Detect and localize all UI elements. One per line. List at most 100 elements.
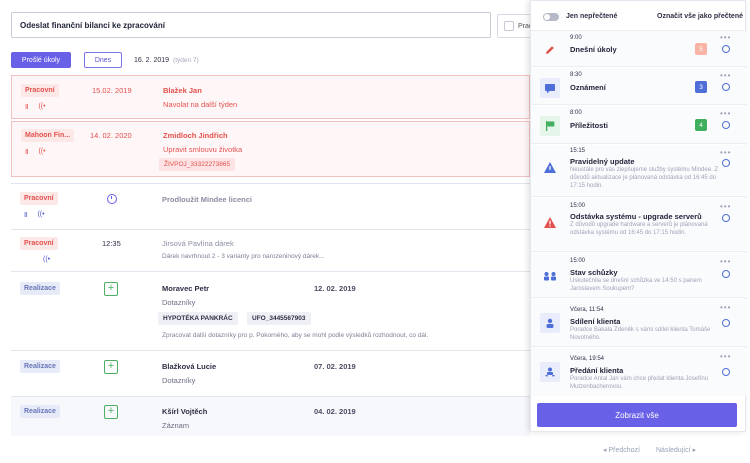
notification-item[interactable]: Včera, 19:54 Předání klienta Poradce Ant… — [531, 348, 747, 396]
task-row-icons: ((• — [43, 256, 50, 263]
pause-icon[interactable]: Ⅱ — [25, 103, 28, 111]
mark-read-radio[interactable] — [722, 368, 730, 376]
task-toolbar: Prošlé úkoly Dnes 16. 2. 2019 (týden 7) — [11, 52, 199, 68]
task-due-date: 14. 02. 2020 — [90, 131, 132, 140]
task-category-tag: Realizace — [20, 405, 60, 418]
more-options-icon[interactable]: ••• — [720, 202, 731, 211]
overdue-tasks-button[interactable]: Prošlé úkoly — [11, 52, 71, 68]
mark-read-radio[interactable] — [722, 121, 730, 129]
more-options-icon[interactable]: ••• — [720, 352, 731, 361]
notification-panel-header: Jen nepřečtené Označit vše jako přečtené — [531, 1, 747, 31]
notification-item[interactable]: Včera, 11:54 Sdílení klienta Poradce Bak… — [531, 299, 747, 347]
notification-item[interactable]: 8:00 Příležitosti 4 ••• — [531, 106, 747, 144]
notification-title: Příležitosti — [570, 121, 608, 130]
meeting-icon — [540, 266, 560, 286]
current-week: (týden 7) — [173, 56, 199, 64]
add-button[interactable]: + — [104, 360, 118, 374]
task-subtitle: Dotazníky — [162, 376, 196, 385]
signal-icon[interactable]: ((• — [37, 211, 44, 219]
notification-count-badge: 3 — [695, 81, 707, 93]
task-due-date: 15.02. 2019 — [92, 86, 132, 95]
task-title[interactable]: Blažková Lucie — [162, 362, 216, 371]
task-title[interactable]: Moravec Petr — [162, 284, 209, 293]
notification-count-badge: 4 — [695, 119, 707, 131]
notification-item[interactable]: 15:00 Stav schůzky Uskutečnila se dnešní… — [531, 253, 747, 298]
notification-title: Oznámení — [570, 83, 606, 92]
task-date: 12. 02. 2019 — [314, 284, 356, 293]
task-row[interactable]: Realizace + Blažková Lucie 07. 02. 2019 … — [11, 350, 530, 394]
notification-description: Poradce Antal Jan vám chce předat klient… — [570, 376, 709, 390]
clock-icon[interactable] — [107, 194, 117, 204]
notification-description: Poradce Bakala Zdeněk s vámi sdílel klie… — [570, 327, 711, 341]
signal-icon[interactable]: ((• — [38, 103, 45, 111]
pager-previous[interactable]: ◂ Předchozí — [603, 446, 640, 454]
category-checkbox[interactable] — [504, 21, 514, 31]
notification-title: Předání klienta — [570, 366, 624, 375]
add-button[interactable]: + — [104, 282, 118, 296]
more-options-icon[interactable]: ••• — [720, 148, 731, 157]
notification-item[interactable]: 9:00 Dnešní úkoly 5 ••• — [531, 31, 747, 67]
task-row-icons: Ⅱ ((• — [25, 103, 46, 111]
task-row[interactable]: Realizace + Moravec Petr 12. 02. 2019 Do… — [11, 271, 530, 349]
signal-icon[interactable]: ((• — [38, 148, 45, 156]
task-title[interactable]: Zmidloch Jindřich — [163, 131, 228, 140]
mark-read-radio[interactable] — [722, 159, 730, 167]
more-options-icon[interactable]: ••• — [720, 71, 731, 80]
handover-client-icon — [540, 362, 560, 382]
notification-item[interactable]: 15:00 Odstávka systému - upgrade serverů… — [531, 198, 747, 252]
task-category-tag: Realizace — [20, 360, 60, 373]
signal-icon[interactable]: ((• — [43, 256, 50, 263]
mark-read-radio[interactable] — [722, 83, 730, 91]
notification-title: Sdílení klienta — [570, 317, 621, 326]
task-chip: ŽIVPOJ_33322273865 — [159, 158, 236, 171]
notification-item[interactable]: 15:15 Pravidelný update Neustále pro vás… — [531, 145, 747, 197]
notification-title: Stav schůzky — [570, 268, 618, 277]
today-button[interactable]: Dnes — [84, 52, 122, 68]
task-row-icons: Ⅱ ((• — [24, 211, 45, 219]
share-client-icon — [540, 313, 560, 333]
notification-time: 15:00 — [570, 258, 586, 264]
mark-all-read-link[interactable]: Označit vše jako přečtené — [657, 13, 743, 20]
pause-icon[interactable]: Ⅱ — [24, 211, 27, 219]
pager-next[interactable]: Následující ▸ — [656, 446, 696, 454]
show-all-button[interactable]: Zobrazit vše — [537, 403, 737, 427]
add-button[interactable]: + — [104, 405, 118, 419]
task-row[interactable]: Pracovní ((• 12:35 Jirsová Pavlína dárek… — [11, 229, 530, 270]
notification-count-badge: 5 — [695, 43, 707, 55]
flag-icon — [540, 116, 560, 136]
task-row[interactable]: Pracovní Ⅱ ((• Prodloužit Mindee licenci — [11, 183, 530, 228]
task-input[interactable]: Odeslat finanční bilanci ke zpracování — [11, 12, 491, 38]
mark-read-radio[interactable] — [722, 214, 730, 222]
task-row[interactable]: Realizace + Kšírl Vojtěch 04. 02. 2019 Z… — [11, 396, 530, 436]
task-time: 12:35 — [102, 239, 121, 248]
task-subtitle: Záznam — [162, 421, 190, 430]
pause-icon[interactable]: Ⅱ — [25, 148, 28, 156]
task-row[interactable]: Mahoon Fin... Ⅱ ((• 14. 02. 2020 Zmidloc… — [11, 121, 530, 177]
task-title[interactable]: Jirsová Pavlína dárek — [162, 239, 234, 248]
task-title[interactable]: Prodloužit Mindee licenci — [162, 195, 252, 204]
task-subtitle: Dotazníky — [162, 298, 196, 307]
more-options-icon[interactable]: ••• — [720, 109, 731, 118]
more-options-icon[interactable]: ••• — [720, 257, 731, 266]
notification-title: Odstávka systému - upgrade serverů — [570, 212, 702, 221]
task-category-tag: Mahoon Fin... — [21, 129, 75, 142]
task-note: Dárek navrhnout 2 - 3 varianty pro naroz… — [162, 253, 325, 260]
mark-read-radio[interactable] — [722, 270, 730, 278]
notification-time: 9:00 — [570, 35, 582, 41]
info-triangle-icon — [540, 157, 560, 177]
task-title[interactable]: Blažek Jan — [163, 86, 202, 95]
notification-title: Pravidelný update — [570, 157, 635, 166]
notification-item[interactable]: 8:30 Oznámení 3 ••• — [531, 68, 747, 105]
notification-description: Z důvodů upgrade hardware a serverů je p… — [570, 222, 708, 236]
mark-read-radio[interactable] — [722, 45, 730, 53]
more-options-icon[interactable]: ••• — [720, 303, 731, 312]
notification-time: Včera, 11:54 — [570, 307, 604, 313]
task-row[interactable]: Pracovní Ⅱ ((• 15.02. 2019 Blažek Jan Na… — [11, 75, 530, 119]
task-date: 07. 02. 2019 — [314, 362, 356, 371]
notification-time: 15:00 — [570, 203, 586, 209]
unread-only-toggle[interactable] — [543, 13, 559, 21]
notification-title: Dnešní úkoly — [570, 45, 617, 54]
more-options-icon[interactable]: ••• — [720, 33, 731, 42]
task-title[interactable]: Kšírl Vojtěch — [162, 407, 207, 416]
mark-read-radio[interactable] — [722, 319, 730, 327]
